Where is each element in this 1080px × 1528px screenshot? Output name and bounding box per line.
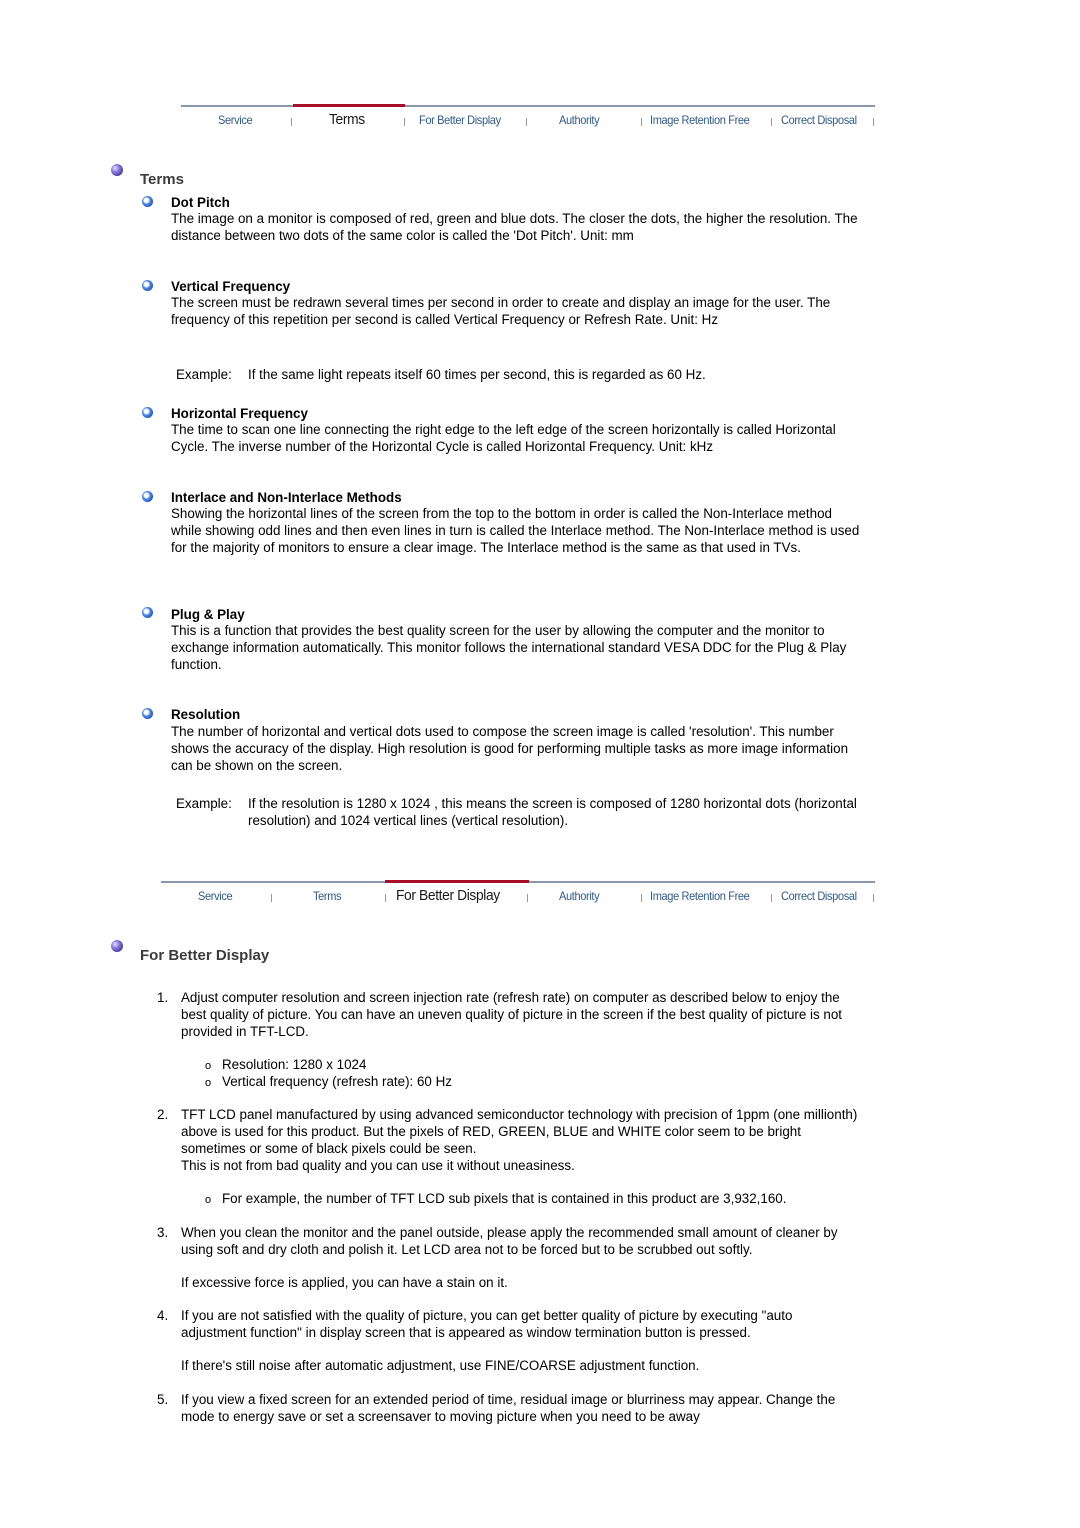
sub-bullet: o [205, 1060, 212, 1072]
sub-list-text: For example, the number of TFT LCD sub p… [222, 1191, 787, 1206]
active-tab-indicator [293, 104, 405, 107]
section-bullet-icon [111, 164, 123, 176]
term-title: Resolution [171, 707, 241, 722]
tab-terms[interactable]: Terms [329, 111, 365, 128]
tab-separator [641, 894, 642, 902]
list-text: When you clean the monitor and the panel… [181, 1225, 838, 1257]
tab-authority[interactable]: Authority [559, 113, 600, 127]
term-title: Plug & Play [171, 607, 245, 622]
term-bullet-icon [142, 607, 153, 618]
list-text: If there's still noise after automatic a… [181, 1358, 700, 1373]
active-tab-indicator [385, 880, 529, 883]
tab-correct-disposal[interactable]: Correct Disposal [781, 113, 857, 127]
tab-for-better-display[interactable]: For Better Display [396, 887, 500, 904]
term-bullet-icon [142, 407, 153, 418]
tab-separator [291, 118, 292, 126]
list-number: 1. [157, 990, 169, 1005]
term-title: Horizontal Frequency [171, 406, 308, 421]
sub-list-item: o Resolution: 1280 x 1024 [205, 1057, 366, 1075]
sub-bullet: o [205, 1194, 212, 1206]
term-description: The number of horizontal and vertical do… [171, 724, 849, 773]
term-description: The time to scan one line connecting the… [171, 422, 836, 454]
example-label: Example: [176, 367, 232, 382]
example-text: If the same light repeats itself 60 time… [248, 367, 706, 382]
section-title-better-display: For Better Display [140, 947, 270, 964]
tab-separator [641, 118, 642, 126]
tab-separator [771, 118, 772, 126]
list-number: 2. [157, 1107, 169, 1122]
tab-for-better-display[interactable]: For Better Display [419, 113, 501, 127]
tab-image-retention-free[interactable]: Image Retention Free [650, 113, 750, 127]
list-number: 3. [157, 1225, 169, 1240]
list-text: This is not from bad quality and you can… [181, 1158, 575, 1173]
list-text: If you view a fixed screen for an extend… [181, 1392, 836, 1424]
example-label: Example: [176, 796, 232, 811]
list-text: TFT LCD panel manufactured by using adva… [181, 1107, 858, 1156]
sub-list-text: Resolution: 1280 x 1024 [222, 1057, 367, 1072]
term-example: Example: If the same light repeats itself… [176, 367, 706, 384]
list-text: If you are not satisfied with the qualit… [181, 1308, 793, 1340]
top-nav: Service Terms For Better Display Authori… [181, 104, 875, 135]
term-title: Dot Pitch [171, 195, 230, 210]
example-text: If the resolution is 1280 x 1024 , this … [248, 796, 857, 828]
tab-separator [873, 118, 874, 126]
nav-rule [181, 105, 875, 107]
term-description: The screen must be redrawn several times… [171, 295, 831, 327]
tab-separator [527, 894, 528, 902]
sub-list-text: Vertical frequency (refresh rate): 60 Hz [222, 1074, 452, 1089]
list-text: Adjust computer resolution and screen in… [181, 990, 843, 1039]
term-title: Vertical Frequency [171, 279, 291, 294]
sub-list-item: o For example, the number of TFT LCD sub … [205, 1191, 786, 1209]
tab-separator [526, 118, 527, 126]
list-number: 5. [157, 1392, 169, 1407]
sub-list-item: o Vertical frequency (refresh rate): 60 H… [205, 1074, 452, 1092]
tab-separator [873, 894, 874, 902]
term-bullet-icon [142, 708, 153, 719]
bottom-nav: Service Terms For Better Display Authori… [161, 880, 875, 911]
tab-terms[interactable]: Terms [313, 889, 342, 903]
tab-separator [771, 894, 772, 902]
tab-authority[interactable]: Authority [559, 889, 600, 903]
tab-correct-disposal[interactable]: Correct Disposal [781, 889, 857, 903]
term-description: The image on a monitor is composed of re… [171, 211, 858, 243]
term-bullet-icon [142, 196, 153, 207]
term-description: This is a function that provides the bes… [171, 623, 847, 672]
section-title-terms: Terms [140, 171, 184, 188]
tab-separator [404, 118, 405, 126]
term-bullet-icon [142, 280, 153, 291]
tab-service[interactable]: Service [218, 113, 253, 127]
tab-separator [385, 894, 386, 902]
tab-separator [271, 894, 272, 902]
term-bullet-icon [142, 491, 153, 502]
sub-bullet: o [205, 1077, 212, 1089]
tab-service[interactable]: Service [198, 889, 233, 903]
tab-image-retention-free[interactable]: Image Retention Free [650, 889, 750, 903]
list-number: 4. [157, 1308, 169, 1323]
term-description: Showing the horizontal lines of the scre… [171, 506, 860, 555]
section-bullet-icon [111, 940, 123, 952]
term-title: Interlace and Non-Interlace Methods [171, 490, 402, 505]
list-text: If excessive force is applied, you can h… [181, 1275, 508, 1290]
